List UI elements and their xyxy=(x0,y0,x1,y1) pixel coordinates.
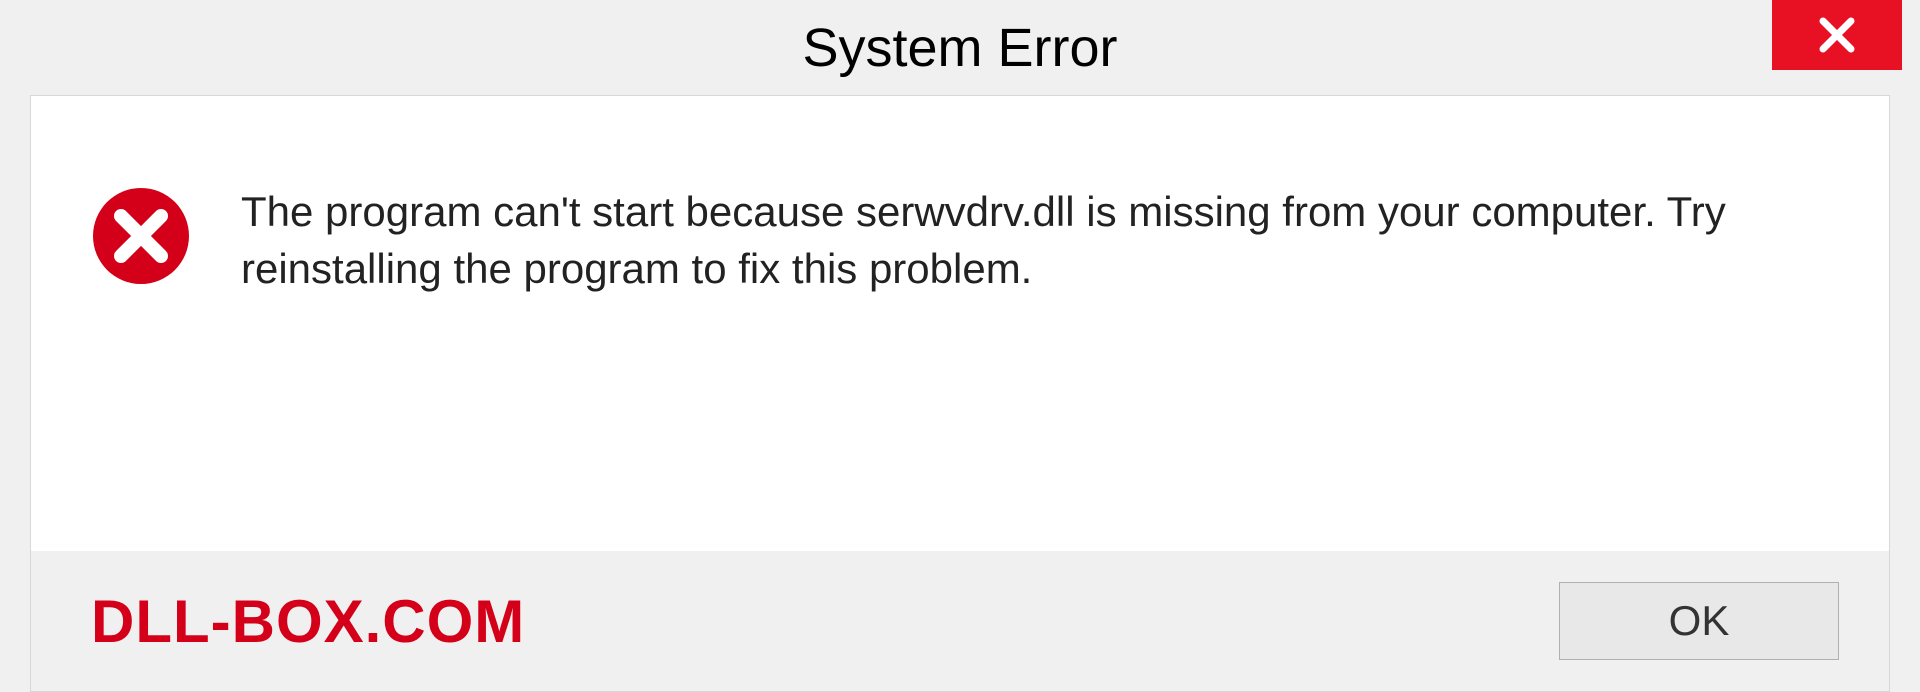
close-icon xyxy=(1816,14,1858,56)
error-message: The program can't start because serwvdrv… xyxy=(241,176,1829,297)
watermark-text: DLL-BOX.COM xyxy=(91,587,525,656)
close-button[interactable] xyxy=(1772,0,1902,70)
error-dialog: System Error The program can't start bec… xyxy=(0,0,1920,692)
error-icon xyxy=(91,186,191,286)
message-area: The program can't start because serwvdrv… xyxy=(31,96,1889,551)
ok-button[interactable]: OK xyxy=(1559,582,1839,660)
content-frame: The program can't start because serwvdrv… xyxy=(30,95,1890,692)
dialog-title: System Error xyxy=(802,17,1117,79)
dialog-footer: DLL-BOX.COM OK xyxy=(31,551,1889,691)
title-bar: System Error xyxy=(0,0,1920,95)
